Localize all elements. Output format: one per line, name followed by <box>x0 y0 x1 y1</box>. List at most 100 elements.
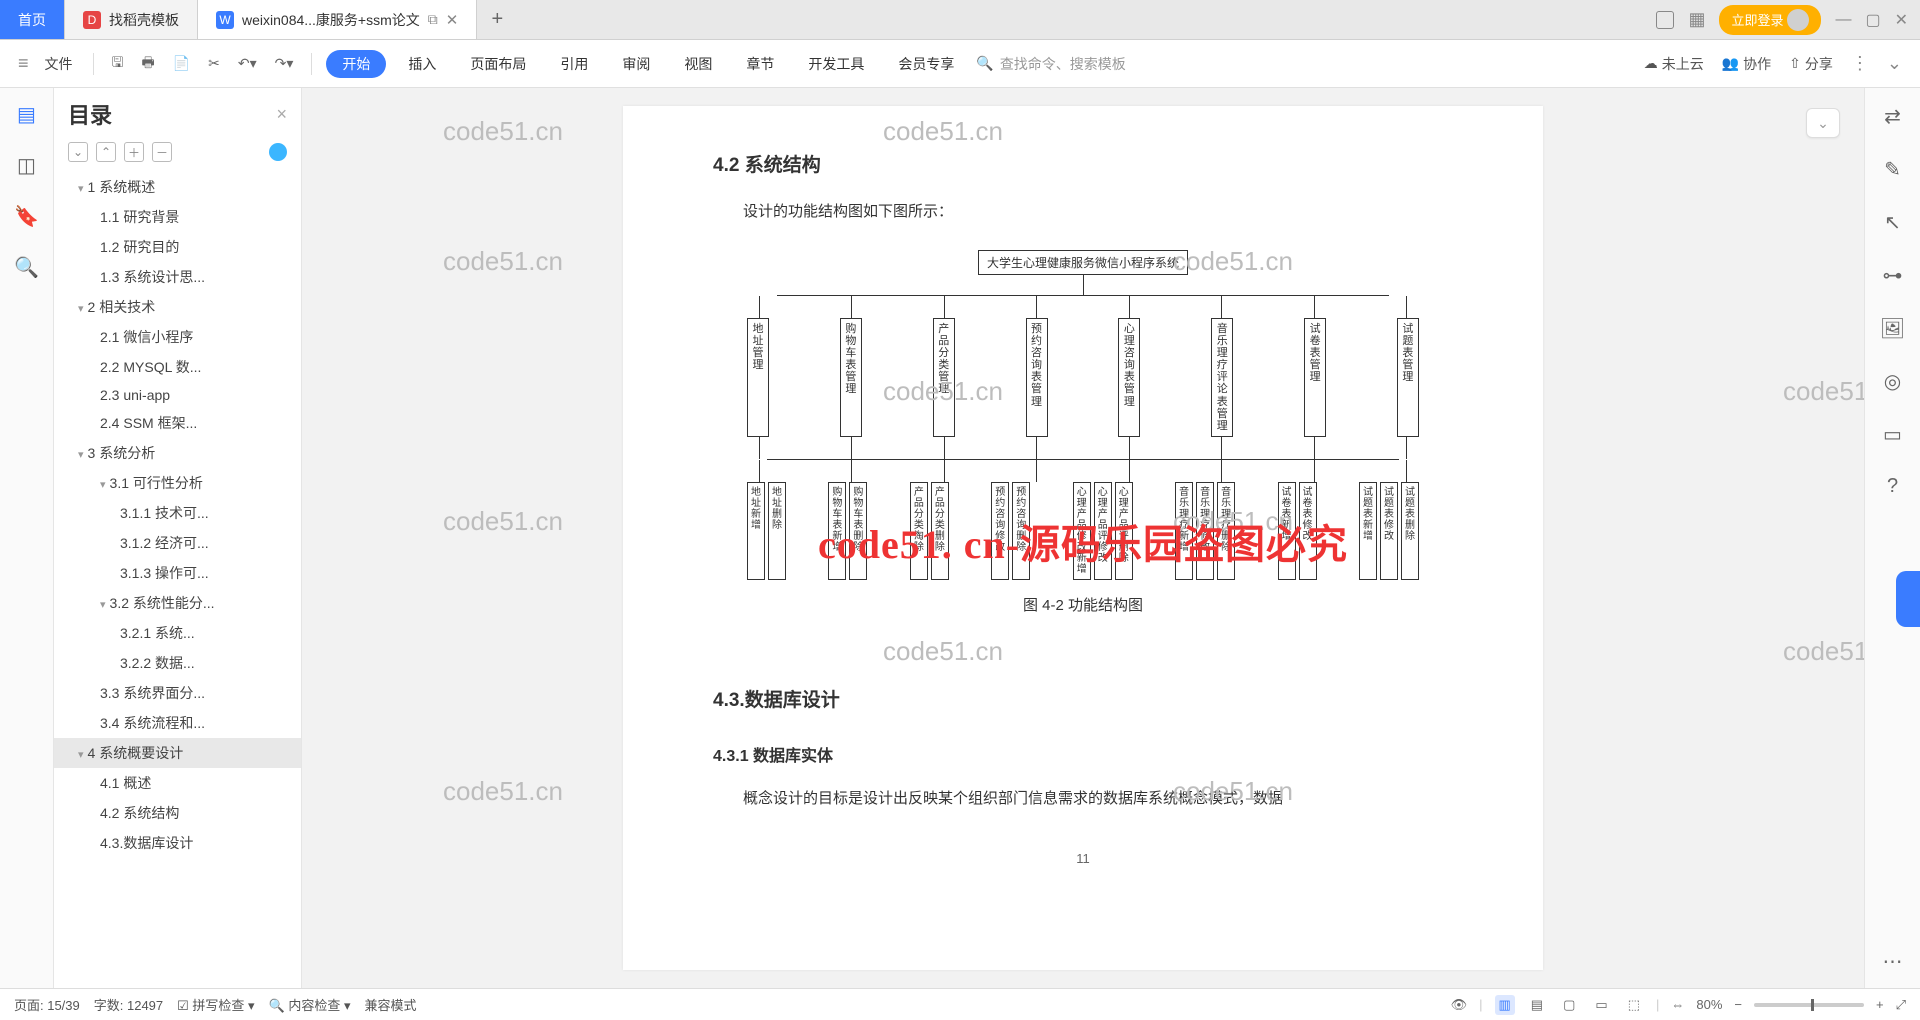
panel-toggle-icon[interactable]: ⌄ <box>1806 108 1840 138</box>
outline-item[interactable]: ▾2 相关技术 <box>54 292 301 322</box>
outline-item[interactable]: 3.2.1 系统... <box>54 618 301 648</box>
tab-home[interactable]: 首页 <box>0 0 65 39</box>
select-icon[interactable]: ↖ <box>1884 210 1901 235</box>
coop-button[interactable]: 👥协作 <box>1722 54 1771 74</box>
more-tools-icon[interactable]: ⋯ <box>1883 949 1903 974</box>
org-leaf: 预约咨询修改 <box>991 482 1009 580</box>
eye-icon[interactable]: 👁 <box>1451 997 1468 1013</box>
ribbon-tab-dev[interactable]: 开发工具 <box>796 54 876 74</box>
view-web-icon[interactable]: ▢ <box>1559 995 1579 1015</box>
outline-list[interactable]: ▾1 系统概述1.1 研究背景1.2 研究目的1.3 系统设计思...▾2 相关… <box>54 172 301 988</box>
outline-item[interactable]: ▾3.1 可行性分析 <box>54 468 301 498</box>
zoom-slider[interactable] <box>1754 1003 1864 1007</box>
menu-icon[interactable]: ≡ <box>18 53 29 74</box>
outline-item[interactable]: 3.1.1 技术可... <box>54 498 301 528</box>
view-page-icon[interactable]: ▥ <box>1495 995 1515 1015</box>
fullwidth-icon[interactable]: ⇔ <box>1671 997 1684 1012</box>
collapse-all-icon[interactable]: ⌄ <box>68 142 88 162</box>
ribbon-tab-review[interactable]: 审阅 <box>610 54 662 74</box>
outline-title: 目录 <box>68 98 112 130</box>
ribbon-tab-member[interactable]: 会员专享 <box>886 54 966 74</box>
expand-icon[interactable]: ⤢ <box>1896 997 1906 1013</box>
search-rail-icon[interactable]: 🔍 <box>14 255 39 280</box>
outline-item[interactable]: ▾3.2 系统性能分... <box>54 588 301 618</box>
maximize-icon[interactable]: ▢ <box>1865 10 1880 30</box>
closewin-icon[interactable]: ✕ <box>1895 10 1908 30</box>
share-button[interactable]: ⇧分享 <box>1789 54 1833 74</box>
file-menu[interactable]: 文件 <box>39 54 79 74</box>
heading-4-2: 4.2 系统结构 <box>713 150 1453 177</box>
close-icon[interactable]: ✕ <box>446 11 459 29</box>
outline-item[interactable]: ▾4 系统概要设计 <box>54 738 301 768</box>
ribbon-tab-start[interactable]: 开始 <box>326 50 386 78</box>
ribbon-tab-layout[interactable]: 页面布局 <box>458 54 538 74</box>
tab-document[interactable]: W weixin084...康服务+ssm论文 ⧉ ✕ <box>198 0 477 39</box>
outline-badge-icon[interactable] <box>269 143 287 161</box>
pen-icon[interactable]: ✎ <box>1884 157 1901 182</box>
tab-add[interactable]: + <box>477 0 517 39</box>
outline-item[interactable]: 4.2 系统结构 <box>54 798 301 828</box>
ribbon-tab-chapter[interactable]: 章节 <box>734 54 786 74</box>
status-words[interactable]: 字数: 12497 <box>94 995 163 1014</box>
cloud-button[interactable]: ☁未上云 <box>1644 54 1704 74</box>
outline-item[interactable]: 3.1.3 操作可... <box>54 558 301 588</box>
settings-icon[interactable]: ⊶ <box>1883 263 1903 288</box>
ribbon-tab-view[interactable]: 视图 <box>672 54 724 74</box>
target-icon[interactable]: ◎ <box>1884 369 1901 394</box>
document-area[interactable]: ⌄ 4.2 系统结构 设计的功能结构图如下图所示： 大学生心理健康服务微信小程序… <box>302 88 1864 988</box>
view-outline-icon[interactable]: ▤ <box>1527 995 1547 1015</box>
redo-icon[interactable]: ↷▾ <box>271 55 298 72</box>
outline-item[interactable]: 3.1.2 经济可... <box>54 528 301 558</box>
image-icon[interactable]: 🖼 <box>1880 316 1905 341</box>
expand-all-icon[interactable]: ⌃ <box>96 142 116 162</box>
outline-item[interactable]: ▾1 系统概述 <box>54 172 301 202</box>
side-handle[interactable] <box>1896 571 1920 627</box>
add-node-icon[interactable]: ＋ <box>124 142 144 162</box>
outline-item[interactable]: 3.2.2 数据... <box>54 648 301 678</box>
layout1-icon[interactable] <box>1656 11 1674 29</box>
outline-item[interactable]: 1.3 系统设计思... <box>54 262 301 292</box>
status-page[interactable]: 页面: 15/39 <box>14 995 80 1014</box>
print-icon[interactable]: 🖶 <box>137 52 158 76</box>
outline-item[interactable]: 3.4 系统流程和... <box>54 708 301 738</box>
contentcheck-button[interactable]: 🔍 内容检查 ▾ <box>269 995 351 1014</box>
save-icon[interactable]: 🖫 <box>108 52 128 76</box>
outline-close-icon[interactable]: × <box>276 104 287 125</box>
preview-icon[interactable]: 📄 <box>169 55 194 72</box>
help-icon[interactable]: ? <box>1887 475 1898 498</box>
outline-item[interactable]: ▾3 系统分析 <box>54 438 301 468</box>
spellcheck-button[interactable]: ☑ 拼写检查 ▾ <box>177 995 254 1014</box>
outline-item[interactable]: 2.3 uni-app <box>54 382 301 408</box>
collapse-ribbon-icon[interactable]: ⌄ <box>1887 53 1902 74</box>
ribbon-tab-ref[interactable]: 引用 <box>548 54 600 74</box>
login-button[interactable]: 立即登录 <box>1719 5 1821 35</box>
outline-item[interactable]: 1.2 研究目的 <box>54 232 301 262</box>
tab-dup-icon[interactable]: ⧉ <box>428 11 438 28</box>
outline-rail-icon[interactable]: ▤ <box>17 102 36 127</box>
outline-item[interactable]: 4.1 概述 <box>54 768 301 798</box>
zoom-in-icon[interactable]: + <box>1876 997 1884 1012</box>
nav-rail-icon[interactable]: ◫ <box>17 153 36 178</box>
ribbon-tab-insert[interactable]: 插入 <box>396 54 448 74</box>
outline-item[interactable]: 1.1 研究背景 <box>54 202 301 232</box>
remove-node-icon[interactable]: － <box>152 142 172 162</box>
ribbon-search[interactable]: 🔍查找命令、搜索模板 <box>976 54 1196 74</box>
bookmark-rail-icon[interactable]: 🔖 <box>14 204 39 229</box>
undo-icon[interactable]: ↶▾ <box>234 55 261 72</box>
device-icon[interactable]: ▭ <box>1883 422 1902 447</box>
ruler-icon[interactable]: ⇄ <box>1884 104 1901 129</box>
outline-item[interactable]: 4.3.数据库设计 <box>54 828 301 858</box>
outline-item[interactable]: 2.1 微信小程序 <box>54 322 301 352</box>
more-icon[interactable]: ⋮ <box>1851 53 1869 74</box>
view-fit-icon[interactable]: ⬚ <box>1624 995 1644 1015</box>
outline-item[interactable]: 2.2 MYSQL 数... <box>54 352 301 382</box>
zoom-out-icon[interactable]: − <box>1734 997 1742 1012</box>
tab-template[interactable]: D 找稻壳模板 <box>65 0 198 39</box>
minimize-icon[interactable]: — <box>1835 11 1851 29</box>
outline-item[interactable]: 2.4 SSM 框架... <box>54 408 301 438</box>
view-read-icon[interactable]: ▭ <box>1591 995 1611 1015</box>
apps-icon[interactable]: ▦ <box>1688 9 1705 30</box>
cut-icon[interactable]: ✂ <box>204 55 224 72</box>
zoom-value[interactable]: 80% <box>1696 997 1722 1012</box>
outline-item[interactable]: 3.3 系统界面分... <box>54 678 301 708</box>
